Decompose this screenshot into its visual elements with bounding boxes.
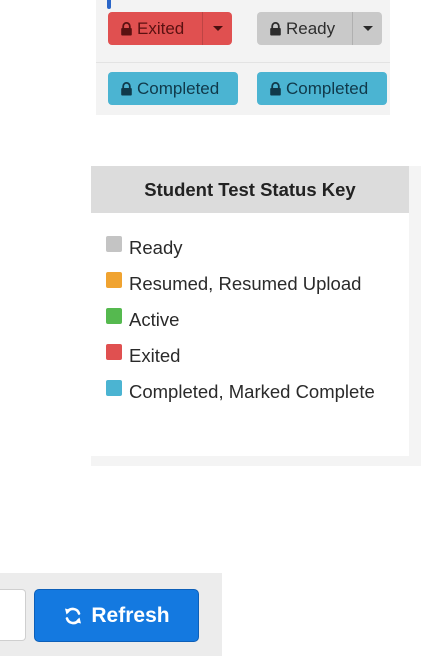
completed-status-label: Completed [286,78,369,98]
status-key-label: Completed, Marked Complete [129,381,375,402]
status-key-item-active: Active [106,305,396,335]
lock-icon [121,21,132,35]
ready-color-swatch [106,236,122,252]
refresh-button[interactable]: Refresh [34,589,199,642]
status-key-label: Ready [129,237,183,258]
status-key-item-completed: Completed, Marked Complete [106,377,396,407]
previous-button[interactable] [0,589,26,641]
completed-status-main[interactable]: Completed [257,72,387,105]
lock-icon [270,81,281,95]
status-key-item-exited: Exited [106,341,396,371]
refresh-toolbar: Refresh [0,573,222,656]
status-key-title: Student Test Status Key [91,166,409,213]
active-color-swatch [106,308,122,324]
status-key-label: Resumed, Resumed Upload [129,273,362,294]
scroll-indicator [107,0,111,9]
completed-status-label: Completed [137,78,220,98]
ready-status-button[interactable]: Ready [257,12,382,45]
status-key-item-ready: Ready [106,233,396,263]
status-key-label: Active [129,309,180,330]
lock-icon [270,21,281,35]
exited-status-button[interactable]: Exited [108,12,232,45]
exited-color-swatch [106,344,122,360]
completed-color-swatch [106,380,122,396]
refresh-icon [65,607,82,624]
row-divider [96,62,390,63]
lock-icon [121,81,132,95]
caret-down-icon [212,26,223,31]
ready-dropdown-toggle[interactable] [352,12,382,45]
completed-status-button[interactable]: Completed [108,72,238,105]
status-key-list: Ready Resumed, Resumed Upload Active Exi… [91,213,409,456]
resumed-color-swatch [106,272,122,288]
status-key-panel: Student Test Status Key Ready Resumed, R… [91,166,421,466]
ready-status-label: Ready [286,18,336,38]
ready-status-main[interactable]: Ready [257,12,352,45]
exited-dropdown-toggle[interactable] [202,12,232,45]
completed-status-button[interactable]: Completed [257,72,387,105]
caret-down-icon [362,26,373,31]
exited-status-main[interactable]: Exited [108,12,202,45]
status-key-label: Exited [129,345,181,366]
refresh-label: Refresh [91,603,170,627]
exited-status-label: Exited [137,18,185,38]
status-key-item-resumed: Resumed, Resumed Upload [106,269,396,299]
completed-status-main[interactable]: Completed [108,72,238,105]
